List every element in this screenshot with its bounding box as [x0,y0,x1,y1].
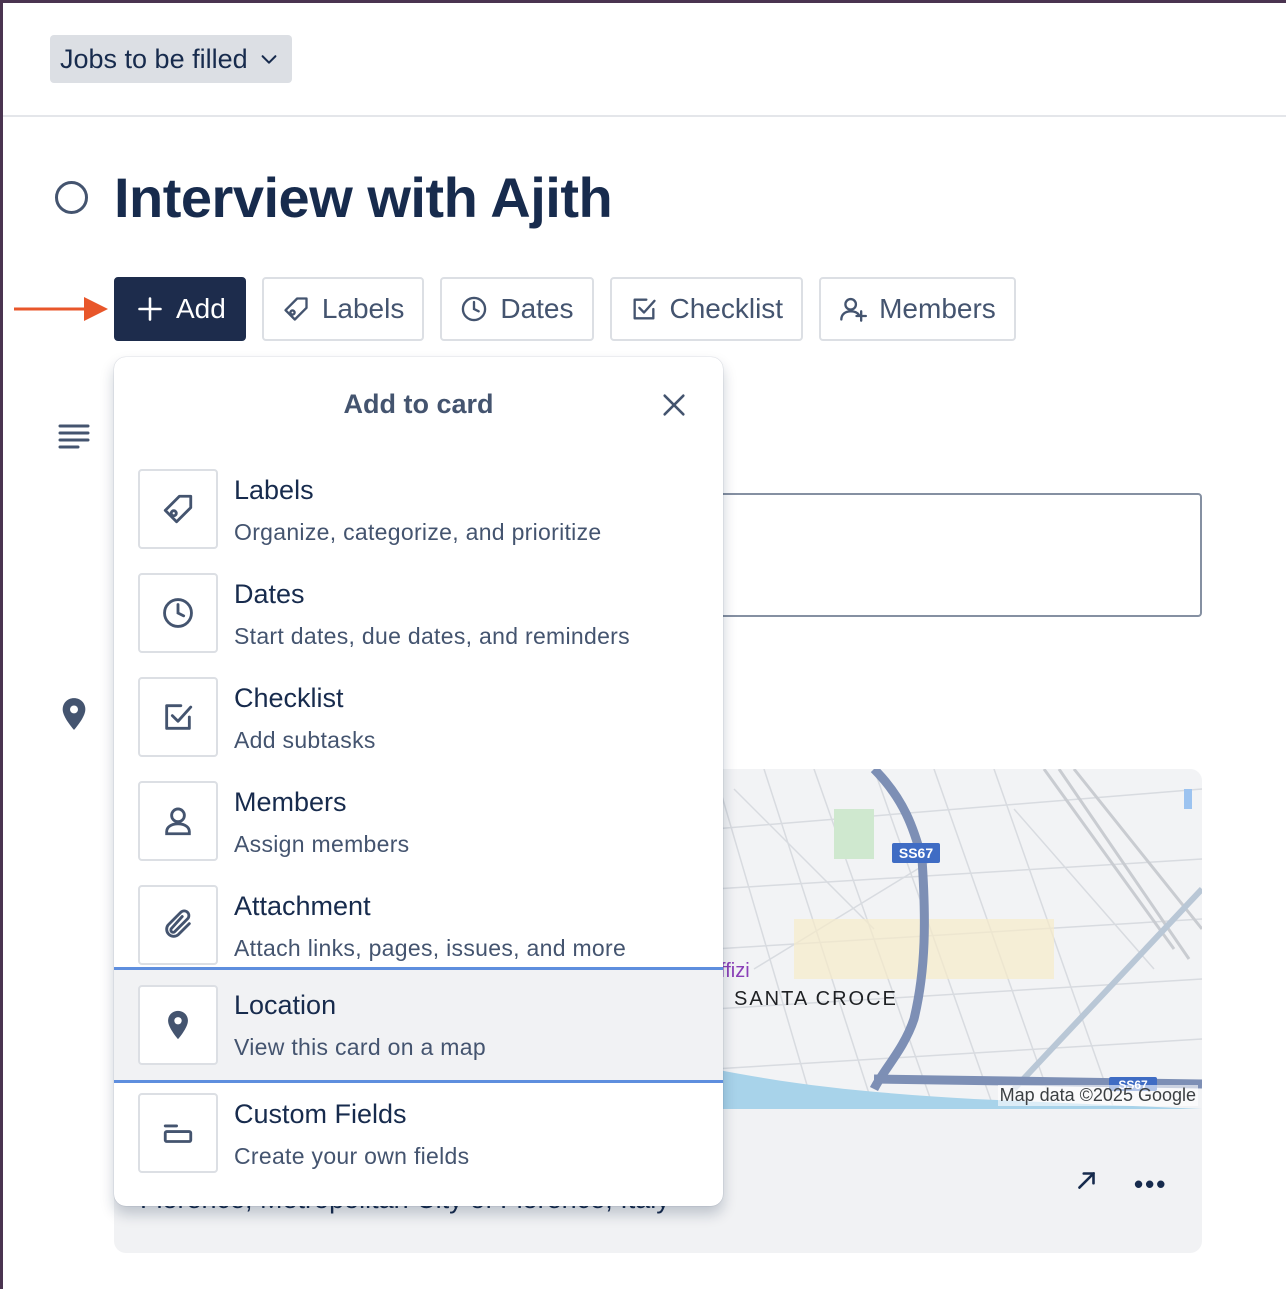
add-button[interactable]: Add [114,277,246,341]
menu-item-desc: Organize, categorize, and prioritize [234,519,601,546]
menu-item-label: Labels [234,475,314,506]
menu-item-labels[interactable]: Labels Organize, categorize, and priorit… [114,465,723,569]
add-button-label: Add [176,293,226,325]
checklist-button[interactable]: Checklist [610,277,804,341]
menu-item-icon-box [138,885,218,965]
card-title[interactable]: Interview with Ajith [114,165,612,230]
list-selector[interactable]: Jobs to be filled [50,35,292,83]
map-attribution: Map data ©2025 Google [998,1085,1198,1106]
map-pin-icon [161,1008,195,1042]
map-pin-icon [60,697,88,731]
checklist-button-label: Checklist [670,293,784,325]
window-frame-left [0,0,3,1289]
person-add-icon [839,295,867,323]
tag-icon [282,295,310,323]
description-editor[interactable] [690,493,1202,617]
list-selector-label: Jobs to be filled [60,44,248,75]
header-divider [3,115,1286,117]
add-to-card-popover: Add to card Labels Organize, categorize,… [114,357,723,1206]
menu-item-label: Dates [234,579,305,610]
menu-item-location[interactable]: Location View this card on a map [114,967,723,1083]
menu-item-dates[interactable]: Dates Start dates, due dates, and remind… [114,569,723,673]
annotation-arrow-icon [14,295,108,323]
menu-item-checklist[interactable]: Checklist Add subtasks [114,673,723,777]
menu-item-icon-box [138,469,218,549]
menu-item-icon-box [138,781,218,861]
chevron-down-icon [258,48,280,70]
menu-item-desc: Start dates, due dates, and reminders [234,623,630,650]
popover-title: Add to card [114,389,723,420]
more-options-button[interactable]: ••• [1134,1169,1167,1200]
members-button-label: Members [879,293,996,325]
menu-item-desc: Add subtasks [234,727,376,754]
menu-item-label: Members [234,787,347,818]
card-action-bar: Add Labels Dates Checklist Members [114,277,1016,341]
menu-item-desc: Attach links, pages, issues, and more [234,935,626,962]
labels-button-label: Labels [322,293,405,325]
tag-icon [161,492,195,526]
clock-icon [161,596,195,630]
checkbox-icon [161,700,195,734]
plus-icon [136,295,164,323]
paperclip-icon [161,908,195,942]
close-icon[interactable] [660,391,688,419]
menu-item-icon-box [138,573,218,653]
field-icon [161,1116,195,1150]
menu-item-label: Checklist [234,683,344,714]
menu-item-custom-fields[interactable]: Custom Fields Create your own fields [114,1089,723,1193]
clock-icon [460,295,488,323]
menu-item-desc: Assign members [234,831,409,858]
road-shield-label: SS67 [899,845,933,861]
description-icon [58,423,90,451]
window-frame-top [0,0,1286,3]
menu-item-label: Attachment [234,891,371,922]
complete-toggle[interactable] [55,181,88,214]
menu-item-members[interactable]: Members Assign members [114,777,723,881]
poi-label: ffizi [720,960,750,982]
menu-item-desc: Create your own fields [234,1143,469,1170]
person-icon [161,804,195,838]
menu-item-icon-box [138,677,218,757]
checkbox-icon [630,295,658,323]
card-title-row: Interview with Ajith [55,165,612,230]
menu-item-icon-box [138,1093,218,1173]
members-button[interactable]: Members [819,277,1016,341]
district-label: SANTA CROCE [734,988,898,1010]
menu-item-desc: View this card on a map [234,1034,486,1061]
menu-item-icon-box [138,985,218,1065]
open-external-icon[interactable] [1074,1167,1100,1193]
menu-item-label: Custom Fields [234,1099,407,1130]
dates-button-label: Dates [500,293,573,325]
dates-button[interactable]: Dates [440,277,593,341]
labels-button[interactable]: Labels [262,277,425,341]
menu-item-label: Location [234,990,336,1021]
